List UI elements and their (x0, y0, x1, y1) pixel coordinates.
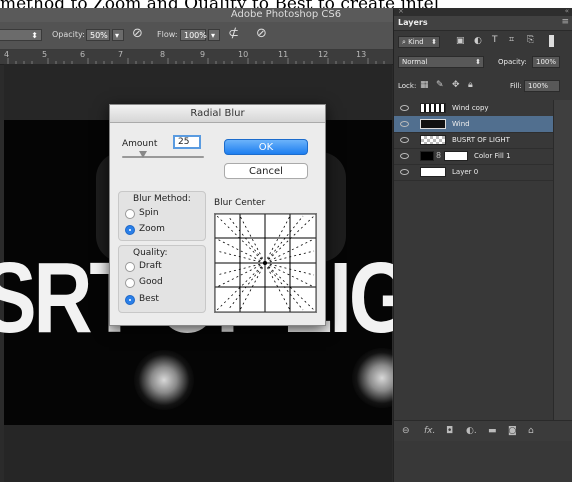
filter-kind-dropdown[interactable]: ⌕ Kind ⬍ (398, 36, 440, 48)
quality-group: Quality: Draft Good Best (118, 245, 206, 313)
good-label[interactable]: Good (139, 277, 163, 287)
dialog-title: Radial Blur (110, 105, 325, 123)
type-filter-icon[interactable]: T (492, 35, 498, 45)
layers-footer: ⊖ fx. ◘ ◐. ▬ ◙ ⌂ (394, 420, 572, 441)
lock-position-icon[interactable]: ✥ (452, 80, 460, 90)
amount-slider-track[interactable] (122, 156, 204, 158)
lock-brush-icon[interactable]: ✎ (436, 80, 444, 90)
best-label[interactable]: Best (139, 294, 159, 304)
trash-icon[interactable]: ⌂ (528, 426, 534, 436)
adjustment-icon[interactable]: ◐. (466, 426, 477, 436)
blur-method-group: Blur Method: Spin Zoom (118, 191, 206, 241)
flow-label: Flow: (157, 30, 178, 39)
tab-layers[interactable]: Layers (398, 18, 428, 27)
layer-row-layer-0[interactable]: Layer 0 (394, 164, 553, 181)
link-icon[interactable]: ⊖ (402, 426, 410, 436)
new-layer-icon[interactable]: ◙ (508, 426, 517, 436)
fill-label: Fill: (510, 82, 522, 90)
flow-field[interactable]: 100% (180, 29, 207, 41)
shape-filter-icon[interactable]: ⌗ (509, 35, 514, 45)
layer-row-color-fill[interactable]: 8 Color Fill 1 (394, 148, 553, 165)
eye-icon[interactable] (400, 137, 409, 143)
lock-all-icon[interactable]: 🔒︎ (468, 80, 473, 90)
blur-center-label: Blur Center (214, 198, 266, 208)
dropdown-arrow-icon: ▾ (115, 31, 120, 40)
draft-label[interactable]: Draft (139, 261, 162, 271)
zoom-blur-preview-graphic (214, 213, 317, 313)
opacity-label: Opacity: (52, 30, 85, 39)
layers-scrollbar[interactable] (553, 100, 572, 420)
draft-radio[interactable] (125, 262, 135, 272)
best-radio[interactable] (125, 295, 135, 305)
lock-transparent-icon[interactable]: ▦ (420, 80, 429, 90)
layer-name: Wind copy (452, 104, 489, 112)
flow-dropdown[interactable]: ▾ (208, 29, 220, 41)
amount-input[interactable]: 25 (173, 135, 201, 149)
layers-tab[interactable]: Layers ≡ (394, 16, 572, 31)
smart-object-filter-icon[interactable]: ⎘ (527, 35, 534, 45)
airbrush-icon[interactable]: ⊄ (228, 26, 239, 41)
panel-menu-icon[interactable]: ≡ (561, 17, 569, 27)
opacity-label: Opacity: (498, 58, 527, 66)
eye-icon[interactable] (400, 153, 409, 159)
layer-row-wind[interactable]: Wind (394, 116, 553, 133)
amount-label: Amount (122, 139, 158, 149)
mask-icon[interactable]: ◘ (446, 426, 453, 436)
close-icon[interactable]: × (398, 8, 404, 15)
blur-center-preview[interactable] (214, 213, 317, 313)
airbrush-pressure-icon[interactable]: ⊘ (132, 26, 143, 41)
dropdown-arrow-icon: ⬍ (431, 38, 437, 46)
blend-mode-dropdown[interactable]: Normal ⬍ (398, 56, 484, 68)
spin-label[interactable]: Spin (139, 208, 159, 218)
collapse-icon[interactable]: « (565, 8, 569, 15)
blur-method-label: Blur Method: (133, 194, 191, 204)
filter-toggle[interactable] (549, 35, 554, 47)
zoom-radio[interactable] (125, 225, 135, 235)
amount-slider-thumb[interactable] (139, 151, 147, 158)
folder-icon[interactable]: ▬ (488, 426, 497, 436)
layer-row-wind-copy[interactable]: Wind copy (394, 100, 553, 117)
ok-button[interactable]: OK (224, 139, 308, 155)
tablet-pressure-icon[interactable]: ⊘ (256, 26, 267, 41)
lock-label: Lock: (398, 82, 417, 90)
opacity-dropdown[interactable]: ▾ (112, 29, 124, 41)
layer-name: Layer 0 (452, 168, 479, 176)
layer-name: BUSRT OF LIGHT (452, 136, 510, 144)
pixel-filter-icon[interactable]: ▣ (456, 36, 465, 46)
layers-panel: × « Layers ≡ ⌕ Kind ⬍ ▣ ◐ T ⌗ ⎘ Normal ⬍… (393, 8, 572, 482)
app-title: Adobe Photoshop CS6 (230, 9, 342, 20)
dropdown-arrow-icon: ⬍ (31, 31, 38, 40)
dropdown-arrow-icon: ▾ (211, 31, 216, 40)
layer-mask-thumbnail (444, 151, 468, 161)
opacity-field[interactable]: 50% (86, 29, 110, 41)
spin-radio[interactable] (125, 209, 135, 219)
eye-icon[interactable] (400, 121, 409, 127)
quality-label: Quality: (133, 248, 168, 258)
layer-thumbnail (420, 119, 446, 129)
cancel-button[interactable]: Cancel (224, 163, 308, 179)
brush-preset-dropdown[interactable]: ⬍ (0, 29, 42, 41)
layer-thumbnail (420, 103, 446, 113)
eye-icon[interactable] (400, 169, 409, 175)
layer-thumbnail (420, 135, 446, 145)
layer-thumbnail (420, 151, 434, 161)
layer-opacity-field[interactable]: 100% (532, 56, 560, 68)
radial-blur-dialog: Radial Blur Amount 25 OK Cancel Blur Met… (109, 104, 326, 326)
layer-thumbnail (420, 167, 446, 177)
layer-name: Wind (452, 120, 470, 128)
eye-icon[interactable] (400, 105, 409, 111)
dropdown-arrow-icon: ⬍ (475, 58, 481, 66)
layer-name: Color Fill 1 (474, 152, 511, 160)
good-radio[interactable] (125, 278, 135, 288)
search-icon: ⌕ (402, 38, 406, 46)
photoshop-window: Adobe Photoshop CS6 ⬍ Opacity: 50% ▾ ⊘ F… (0, 8, 572, 482)
fill-field[interactable]: 100% (524, 80, 560, 92)
panel-titlebar: × « (394, 8, 572, 16)
zoom-label[interactable]: Zoom (139, 224, 165, 234)
adjustment-filter-icon[interactable]: ◐ (474, 36, 482, 46)
fx-icon[interactable]: fx. (424, 426, 435, 436)
layer-row-burst-of-light[interactable]: BUSRT OF LIGHT (394, 132, 553, 149)
link-icon: 8 (436, 151, 442, 160)
light-glow (134, 350, 194, 410)
